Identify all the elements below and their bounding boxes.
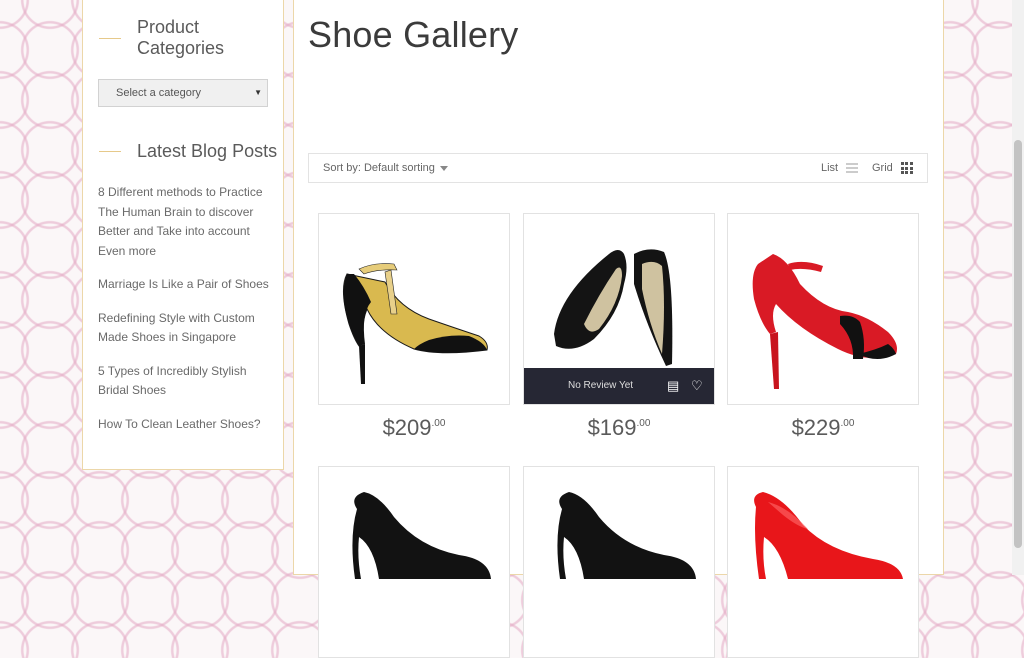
- product-card[interactable]: No Review Yet ▤ ♡: [523, 213, 715, 405]
- product-hover-overlay: No Review Yet ▤ ♡: [524, 368, 714, 404]
- sort-dropdown[interactable]: Sort by: Default sorting: [323, 162, 448, 174]
- blog-post-link[interactable]: How To Clean Leather Shoes?: [98, 415, 270, 435]
- blog-post-link[interactable]: Marriage Is Like a Pair of Shoes: [98, 275, 270, 295]
- sort-label: Sort by: Default sorting: [323, 162, 435, 174]
- category-select[interactable]: Select a category ▼: [98, 79, 268, 107]
- red-patent-pump-heel-image: [754, 492, 903, 579]
- product-card[interactable]: [727, 466, 919, 658]
- wishlist-heart-icon[interactable]: ♡: [691, 368, 703, 404]
- gold-black-t-strap-heel-image: [343, 263, 488, 384]
- shop-toolbar: Sort by: Default sorting List Grid: [308, 153, 928, 183]
- quick-view-icon[interactable]: ▤: [667, 368, 679, 404]
- caret-down-icon: [439, 165, 448, 171]
- blog-post-list: 8 Different methods to Practice The Huma…: [98, 183, 270, 448]
- view-grid-toggle[interactable]: Grid: [872, 162, 913, 174]
- view-grid-label: Grid: [872, 162, 893, 174]
- blog-post-link[interactable]: Redefining Style with Custom Made Shoes …: [98, 309, 270, 348]
- view-list-toggle[interactable]: List: [821, 162, 859, 174]
- blog-post-link[interactable]: 5 Types of Incredibly Stylish Bridal Sho…: [98, 362, 270, 401]
- page-title: Shoe Gallery: [308, 14, 519, 55]
- select-arrow-icon: ▼: [254, 88, 262, 97]
- black-pump-heel-image: [352, 492, 491, 579]
- product-card[interactable]: [523, 466, 715, 658]
- product-price: $229.00: [791, 415, 855, 440]
- blog-post-link[interactable]: 8 Different methods to Practice The Huma…: [98, 183, 270, 261]
- scrollbar-thumb[interactable]: [1014, 140, 1022, 548]
- main-content: Shoe Gallery Sort by: Default sorting Li…: [293, 0, 944, 658]
- categories-title-line2: Categories: [137, 38, 225, 58]
- product-card[interactable]: [318, 466, 510, 658]
- product-price: $209.00: [382, 415, 446, 440]
- red-black-ankle-strap-heel-image: [752, 254, 897, 389]
- list-view-icon: [846, 163, 859, 173]
- categories-title-line1: Product: [137, 17, 200, 37]
- view-list-label: List: [821, 162, 839, 174]
- title-dash: [99, 151, 121, 152]
- blog-widget-title: Latest Blog Posts: [99, 141, 277, 162]
- product-card[interactable]: [318, 213, 510, 405]
- categories-widget-title: Product Categories: [99, 17, 224, 59]
- category-select-value: Select a category: [116, 87, 201, 99]
- sidebar: Product Categories Select a category ▼ L…: [82, 0, 284, 470]
- page-scrollbar[interactable]: [1012, 0, 1024, 575]
- black-pump-heel-image: [557, 492, 696, 579]
- product-price: $169.00: [587, 415, 651, 440]
- review-status: No Review Yet: [568, 380, 634, 391]
- grid-view-icon: [900, 162, 913, 174]
- blog-title: Latest Blog Posts: [137, 141, 278, 161]
- product-card[interactable]: [727, 213, 919, 405]
- title-dash: [99, 38, 121, 39]
